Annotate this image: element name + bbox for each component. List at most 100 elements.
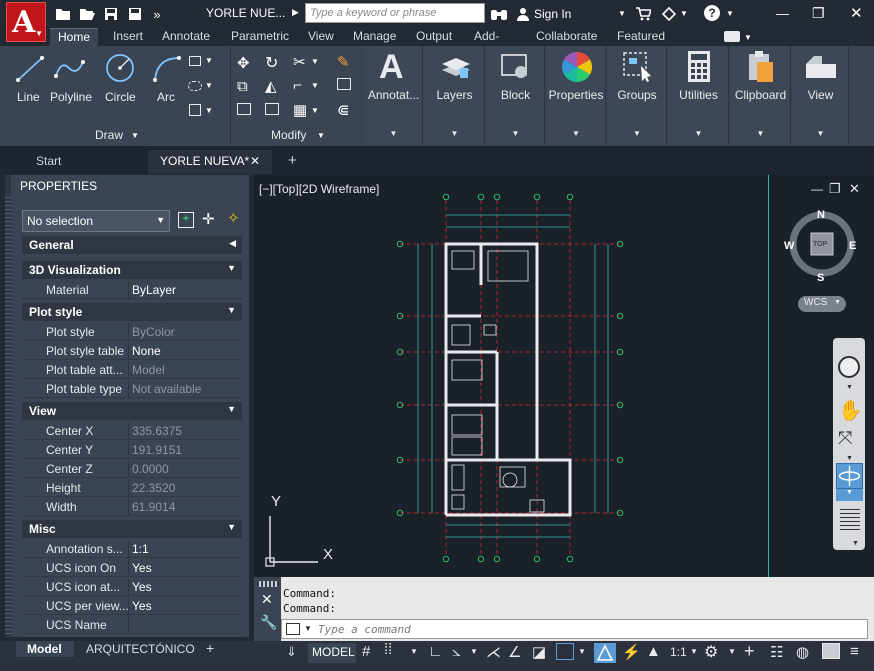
compass-east[interactable]: E <box>849 240 856 252</box>
layout-tab[interactable]: ARQUITECTÓNICO <box>86 642 195 656</box>
property-row[interactable]: Width 61.9014 <box>22 498 242 516</box>
autoscale-icon[interactable]: ⚡ <box>622 643 641 661</box>
arc-tool[interactable]: Arc <box>157 90 175 104</box>
draw-panel-expand-icon[interactable]: ▼ <box>131 131 139 140</box>
ribbon-toggle-dropdown-icon[interactable]: ▼ <box>744 33 752 42</box>
select-objects-icon[interactable]: ✛ <box>202 210 215 228</box>
block-button[interactable]: Block ▼ <box>487 46 545 144</box>
property-row[interactable]: Plot table type Not available <box>22 380 242 398</box>
workspace-dropdown-icon[interactable]: ▼ <box>728 647 736 656</box>
grid-icon[interactable]: # <box>362 643 370 660</box>
property-row[interactable]: Plot style table None <box>22 342 242 360</box>
model-tab[interactable]: Model <box>16 641 74 657</box>
offset-icon[interactable]: ⋐ <box>337 101 350 119</box>
rotate-icon[interactable]: ↻ <box>265 53 278 73</box>
circle-tool[interactable]: Circle <box>105 90 136 104</box>
close-tab-icon[interactable]: ✕ <box>250 150 260 172</box>
property-section[interactable]: 3D Visualization ▼ <box>22 261 242 279</box>
tab-manage[interactable]: Manage <box>345 28 404 46</box>
rectangle-dropdown-icon[interactable]: ▼ <box>205 56 213 65</box>
polar-dropdown-icon[interactable]: ▼ <box>470 647 478 656</box>
property-row[interactable]: Plot table att... Model <box>22 361 242 379</box>
modify-panel-title[interactable]: Modify <box>271 128 306 142</box>
snap-dropdown-icon[interactable]: ▼ <box>410 647 418 656</box>
scale-icon[interactable] <box>265 103 279 115</box>
sign-in-button[interactable]: Sign In <box>534 7 571 21</box>
property-section[interactable]: Misc ▼ <box>22 520 242 538</box>
property-row[interactable]: UCS icon On Yes <box>22 559 242 577</box>
osnap-dropdown-icon[interactable]: ▼ <box>578 647 586 656</box>
customization-icon[interactable]: ≡ <box>850 643 859 660</box>
viewport-restore-button[interactable]: ❐ <box>829 181 841 197</box>
polar-icon[interactable]: ⦣ <box>452 643 461 660</box>
rectangle-icon[interactable] <box>189 56 201 66</box>
polyline-icon[interactable] <box>53 54 87 84</box>
model-space-button[interactable]: MODEL <box>308 643 356 663</box>
line-icon[interactable] <box>15 54 45 84</box>
command-prompt-icon[interactable] <box>286 623 300 635</box>
overflow-chevron-icon[interactable]: » <box>148 5 166 23</box>
chevron-down-icon[interactable]: ▼ <box>304 624 312 633</box>
property-row[interactable]: Center Y 191.9151 <box>22 441 242 459</box>
clipboard-button[interactable]: Clipboard ▼ <box>731 46 791 144</box>
property-row[interactable]: UCS Name <box>22 616 242 634</box>
application-menu-button[interactable]: A ▼ <box>6 2 46 42</box>
copy-icon[interactable]: ⧉ <box>237 78 248 95</box>
folder-new-icon[interactable] <box>54 5 72 23</box>
ortho-icon[interactable]: ∟ <box>428 643 443 660</box>
circle-icon[interactable] <box>104 52 136 84</box>
binoculars-icon[interactable] <box>490 5 508 23</box>
pan-icon[interactable]: ✋ <box>838 398 863 423</box>
floor-plan-drawing[interactable] <box>380 185 640 570</box>
boundary-icon[interactable] <box>189 104 201 116</box>
wcs-menu[interactable]: WCS ▼ <box>798 296 846 312</box>
exchange-dropdown-icon[interactable]: ▼ <box>680 9 688 18</box>
scale-dropdown-icon[interactable]: ▼ <box>690 647 698 656</box>
new-tab-button[interactable]: + <box>276 150 309 174</box>
annotation-visibility-button[interactable] <box>594 643 616 663</box>
utilities-button[interactable]: Utilities ▼ <box>669 46 729 144</box>
arc-icon[interactable] <box>151 54 183 84</box>
sign-in-dropdown-icon[interactable]: ▼ <box>618 9 626 18</box>
tab-home[interactable]: Home <box>50 28 99 46</box>
orbit-button[interactable] <box>836 463 863 489</box>
exchange-icon[interactable] <box>660 5 678 23</box>
property-row[interactable]: Center Z 0.0000 <box>22 460 242 478</box>
ribbon-toggle-icon[interactable] <box>724 31 740 42</box>
status-collapse-icon[interactable]: ⇓ <box>286 644 297 660</box>
trim-dropdown-icon[interactable]: ▼ <box>311 57 319 66</box>
chevron-down-icon[interactable]: ▼ <box>846 384 853 391</box>
stretch-icon[interactable] <box>237 103 251 115</box>
array-icon[interactable]: ▦ <box>293 101 307 119</box>
snap-icon[interactable]: ⁞⁞ <box>384 641 392 658</box>
view-button[interactable]: View ▼ <box>793 46 849 144</box>
save-as-icon[interactable] <box>126 5 144 23</box>
boundary-dropdown-icon[interactable]: ▼ <box>205 106 213 115</box>
wrench-icon[interactable]: 🔧 <box>260 614 277 631</box>
property-row[interactable]: Center X 335.6375 <box>22 422 242 440</box>
viewport-controls[interactable]: [−][Top][2D Wireframe] <box>259 182 379 196</box>
help-dropdown-icon[interactable]: ▼ <box>726 9 734 18</box>
add-layout-button[interactable]: + <box>206 640 214 656</box>
properties-button[interactable]: Properties ▼ <box>547 46 606 144</box>
cart-icon[interactable] <box>634 5 652 23</box>
minimize-button[interactable]: — <box>776 6 789 21</box>
osnap-icon[interactable] <box>556 643 574 660</box>
showmotion-icon[interactable] <box>840 506 860 530</box>
explode-icon[interactable] <box>337 78 351 90</box>
tab-view[interactable]: View <box>300 28 342 46</box>
save-icon[interactable] <box>102 5 120 23</box>
line-tool[interactable]: Line <box>17 90 40 104</box>
command-grip-dots[interactable] <box>259 581 277 587</box>
quick-select-icon[interactable]: ✧ <box>227 209 240 227</box>
tab-insert[interactable]: Insert <box>105 28 151 46</box>
tab-output[interactable]: Output <box>408 28 460 46</box>
array-dropdown-icon[interactable]: ▼ <box>311 106 319 115</box>
mirror-icon[interactable]: ◭ <box>265 77 277 95</box>
chevron-down-icon[interactable]: ▼ <box>846 455 853 462</box>
compass-north[interactable]: N <box>817 209 825 221</box>
property-row[interactable]: UCS per view... Yes <box>22 597 242 615</box>
toggle-pickadd-icon[interactable]: + <box>178 212 194 228</box>
command-input[interactable]: ▼ Type a command <box>281 619 868 639</box>
customize-nav-icon[interactable]: ▼ <box>852 540 859 547</box>
